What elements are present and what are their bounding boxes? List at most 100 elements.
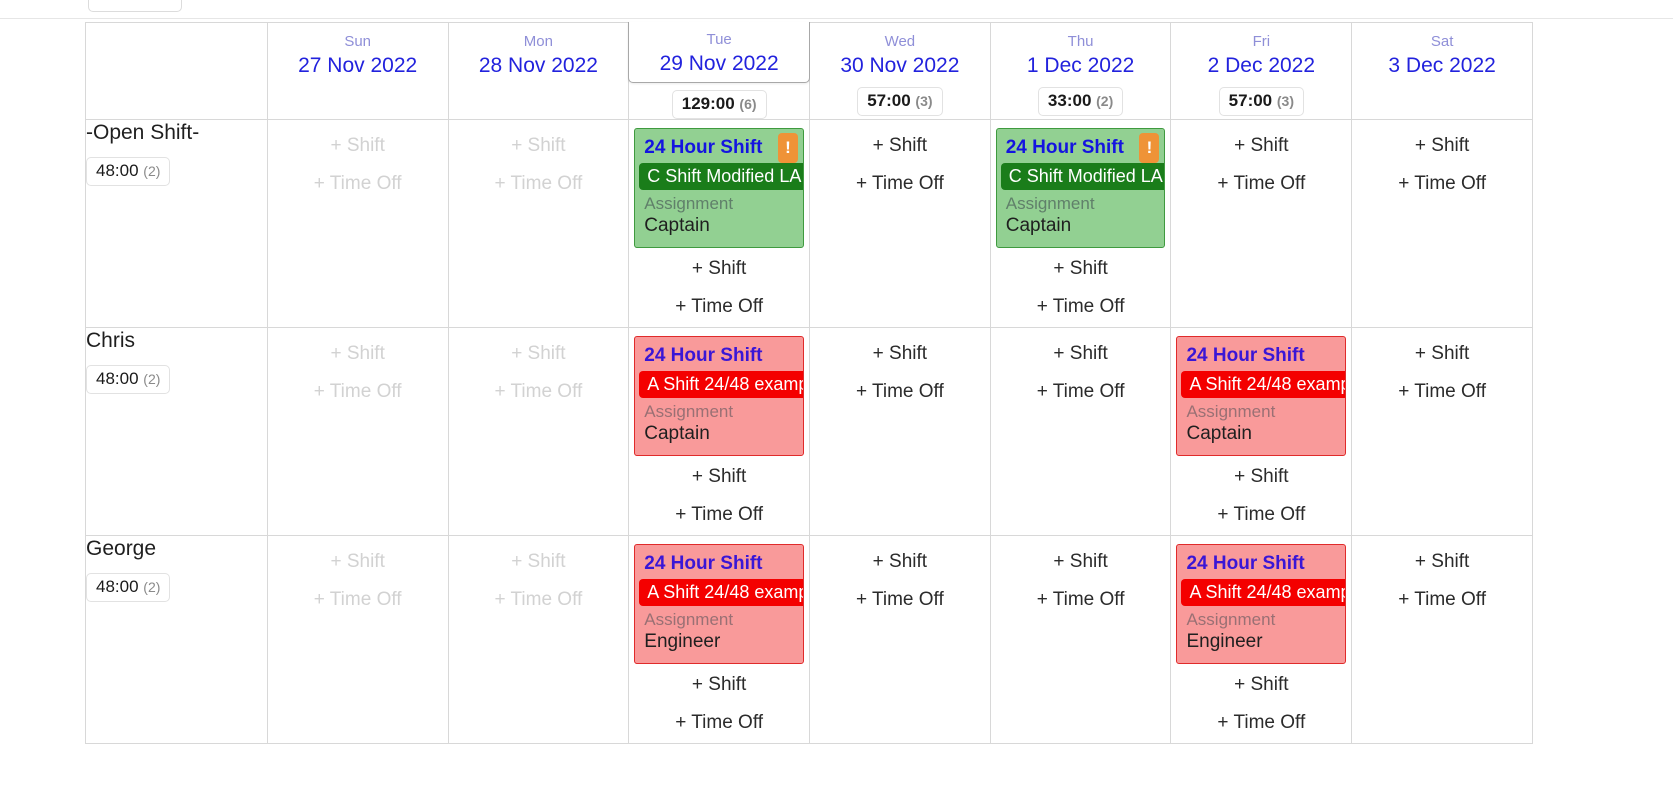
warning-icon[interactable]: ! — [778, 133, 798, 163]
add-timeoff-link[interactable]: + Time Off — [273, 582, 443, 620]
header-day-wed[interactable]: Wed 30 Nov 2022 57:00 (3) — [809, 22, 991, 120]
header-day-shift-count: (3) — [1276, 93, 1294, 109]
day-cell[interactable]: + Shift + Time Off — [809, 119, 991, 328]
add-shift-link[interactable]: + Shift — [273, 128, 443, 166]
add-timeoff-link[interactable]: + Time Off — [1176, 705, 1346, 743]
add-timeoff-link[interactable]: + Time Off — [1176, 497, 1346, 535]
day-cell[interactable]: + Shift + Time Off — [447, 535, 630, 744]
warning-icon[interactable]: ! — [1139, 133, 1160, 163]
header-day-fri[interactable]: Fri 2 Dec 2022 57:00 (3) — [1170, 22, 1353, 120]
add-shift-link[interactable]: + Shift — [273, 336, 443, 374]
header-day-shift-count: (6) — [739, 96, 757, 112]
add-shift-link[interactable]: + Shift — [634, 667, 804, 705]
header-day-label-wrap: Thu 1 Dec 2022 — [991, 23, 1171, 80]
add-shift-link[interactable]: + Shift — [273, 544, 443, 582]
add-shift-link[interactable]: + Shift — [996, 251, 1166, 289]
day-cell-inner: + Shift + Time Off — [449, 536, 629, 743]
header-day-sun[interactable]: Sun 27 Nov 2022 — [266, 22, 449, 120]
add-shift-link[interactable]: + Shift — [996, 544, 1166, 582]
day-cell[interactable]: 24 Hour Shift A Shift 24/48 example Assign… — [628, 327, 810, 536]
add-timeoff-link[interactable]: + Time Off — [1357, 374, 1527, 412]
add-timeoff-link[interactable]: + Time Off — [1357, 166, 1527, 204]
shift-card[interactable]: 24 Hour Shift A Shift 24/48 example Assign… — [634, 336, 804, 456]
add-timeoff-link[interactable]: + Time Off — [634, 289, 804, 327]
day-cell[interactable]: + Shift + Time Off — [266, 327, 449, 536]
add-shift-link[interactable]: + Shift — [634, 251, 804, 289]
add-timeoff-link[interactable]: + Time Off — [454, 582, 624, 620]
add-shift-link[interactable]: + Shift — [1357, 544, 1527, 582]
add-timeoff-link[interactable]: + Time Off — [815, 582, 985, 620]
add-timeoff-link[interactable]: + Time Off — [273, 374, 443, 412]
shift-card[interactable]: 24 Hour Shift A Shift 24/48 example Assign… — [1176, 336, 1347, 456]
add-shift-link[interactable]: + Shift — [1357, 128, 1527, 166]
add-timeoff-link[interactable]: + Time Off — [815, 374, 985, 412]
add-timeoff-link[interactable]: + Time Off — [996, 582, 1166, 620]
shift-card-field-value: Captain — [644, 423, 710, 444]
schedule-header-row: Sun 27 Nov 2022 Mon 28 Nov 2022 Tue 29 Nov 20… — [85, 22, 1533, 120]
day-cell[interactable]: + Shift + Time Off — [809, 535, 991, 744]
add-shift-link[interactable]: + Shift — [454, 544, 624, 582]
schedule-row: George 48:00 (2) + Shift + Time Off + Shift +… — [85, 535, 1533, 744]
header-day-tue[interactable]: Tue 29 Nov 2022 129:00 (6) — [628, 22, 810, 120]
resource-cell[interactable]: -Open Shift- 48:00 (2) — [85, 119, 268, 328]
shift-card[interactable]: 24 Hour Shift A Shift 24/48 example Assign… — [634, 544, 804, 664]
day-cell-inner: 24 Hour Shift A Shift 24/48 example Assign… — [629, 328, 809, 535]
day-cell[interactable]: 24 Hour Shift A Shift 24/48 example Assign… — [1170, 327, 1353, 536]
add-shift-link[interactable]: + Shift — [634, 459, 804, 497]
day-cell[interactable]: + Shift + Time Off — [989, 327, 1172, 536]
add-timeoff-link[interactable]: + Time Off — [996, 289, 1166, 327]
header-day-thu[interactable]: Thu 1 Dec 2022 33:00 (2) — [989, 22, 1172, 120]
header-day-sat[interactable]: Sat 3 Dec 2022 — [1351, 22, 1533, 120]
day-cell[interactable]: 24 Hour Shift! C Shift Modified LA Assignm… — [628, 119, 810, 328]
add-timeoff-link[interactable]: + Time Off — [1357, 582, 1527, 620]
day-cell[interactable]: + Shift + Time Off — [989, 535, 1172, 744]
add-shift-link[interactable]: + Shift — [815, 544, 985, 582]
day-cell[interactable]: + Shift + Time Off — [447, 327, 630, 536]
schedule-header: Sun 27 Nov 2022 Mon 28 Nov 2022 Tue 29 Nov 20… — [85, 22, 1533, 120]
day-cell[interactable]: + Shift + Time Off — [1170, 119, 1353, 328]
add-timeoff-link[interactable]: + Time Off — [634, 497, 804, 535]
schedule-body: -Open Shift- 48:00 (2) + Shift + Time Off + … — [85, 119, 1533, 744]
add-timeoff-link[interactable]: + Time Off — [454, 166, 624, 204]
day-cell[interactable]: + Shift + Time Off — [1351, 535, 1533, 744]
shift-card[interactable]: 24 Hour Shift! C Shift Modified LA Assignm… — [995, 128, 1166, 248]
shift-card[interactable]: 24 Hour Shift A Shift 24/48 example Assign… — [1176, 544, 1347, 664]
day-cell[interactable]: + Shift + Time Off — [266, 535, 449, 744]
day-cell[interactable]: + Shift + Time Off — [809, 327, 991, 536]
add-timeoff-link[interactable]: + Time Off — [996, 374, 1166, 412]
shift-card-field-label: Assignment — [1186, 610, 1276, 629]
header-day-date: 27 Nov 2022 — [298, 54, 418, 77]
day-cell[interactable]: 24 Hour Shift A Shift 24/48 example Assign… — [1170, 535, 1353, 744]
day-cell[interactable]: 24 Hour Shift A Shift 24/48 example Assign… — [628, 535, 810, 744]
add-timeoff-link[interactable]: + Time Off — [1176, 166, 1346, 204]
day-cell[interactable]: + Shift + Time Off — [266, 119, 449, 328]
add-shift-link[interactable]: + Shift — [1176, 667, 1346, 705]
add-shift-link[interactable]: + Shift — [815, 128, 985, 166]
add-timeoff-link[interactable]: + Time Off — [454, 374, 624, 412]
day-cell-inner: + Shift + Time Off — [810, 328, 990, 535]
add-shift-link[interactable]: + Shift — [996, 336, 1166, 374]
resource-hours-value: 48:00 — [96, 369, 139, 388]
resource-cell[interactable]: George 48:00 (2) — [85, 535, 268, 744]
shift-card[interactable]: 24 Hour Shift! C Shift Modified LA Assignm… — [634, 128, 804, 248]
add-shift-link[interactable]: + Shift — [1357, 336, 1527, 374]
resource-cell[interactable]: Chris 48:00 (2) — [85, 327, 268, 536]
add-timeoff-link[interactable]: + Time Off — [634, 705, 804, 743]
day-cell[interactable]: + Shift + Time Off — [447, 119, 630, 328]
header-resource-cell — [85, 22, 268, 120]
add-shift-link[interactable]: + Shift — [454, 128, 624, 166]
toolbar-button-stub[interactable] — [88, 0, 182, 12]
shift-card-field-label: Assignment — [644, 194, 734, 213]
day-cell[interactable]: 24 Hour Shift! C Shift Modified LA Assignm… — [989, 119, 1172, 328]
toolbar-divider — [0, 18, 1673, 19]
add-timeoff-link[interactable]: + Time Off — [273, 166, 443, 204]
header-day-label-wrap: Wed 30 Nov 2022 — [810, 23, 990, 80]
add-timeoff-link[interactable]: + Time Off — [815, 166, 985, 204]
header-day-mon[interactable]: Mon 28 Nov 2022 — [447, 22, 630, 120]
add-shift-link[interactable]: + Shift — [1176, 459, 1346, 497]
add-shift-link[interactable]: + Shift — [1176, 128, 1346, 166]
add-shift-link[interactable]: + Shift — [454, 336, 624, 374]
day-cell[interactable]: + Shift + Time Off — [1351, 119, 1533, 328]
day-cell[interactable]: + Shift + Time Off — [1351, 327, 1533, 536]
add-shift-link[interactable]: + Shift — [815, 336, 985, 374]
